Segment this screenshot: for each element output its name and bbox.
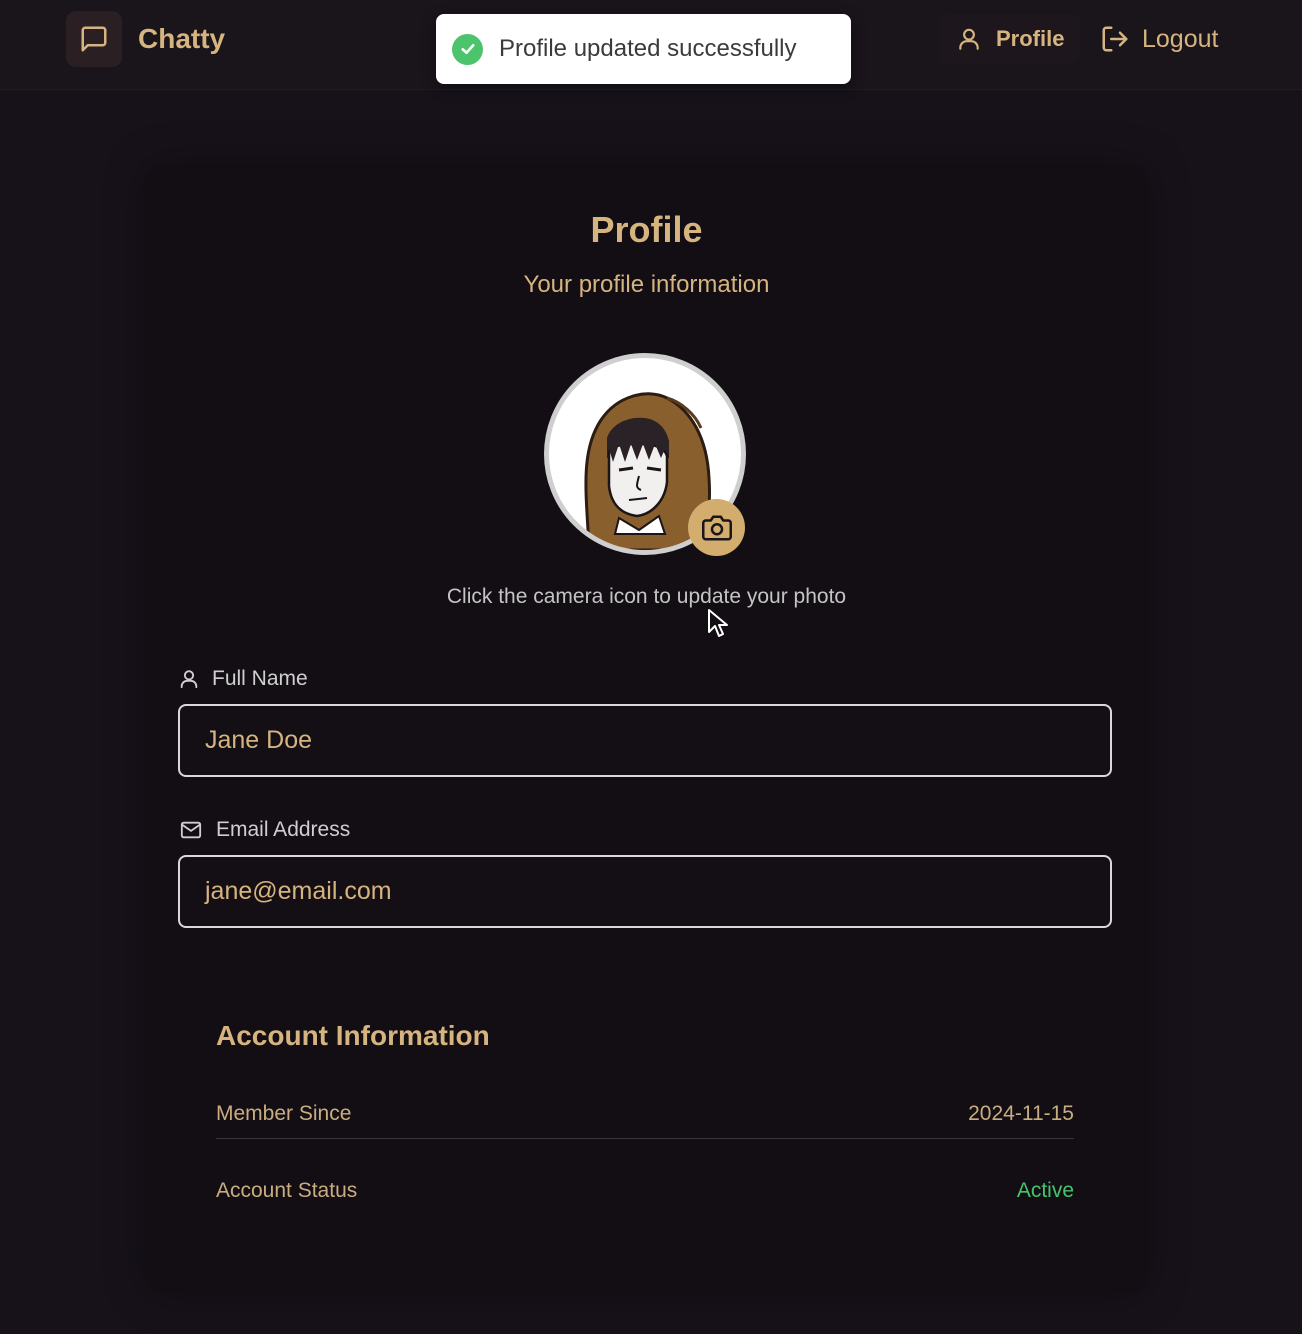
check-circle-icon — [452, 33, 483, 65]
email-field[interactable]: jane@email.com — [178, 855, 1112, 928]
profile-card: Profile Your profile information Click t… — [145, 165, 1148, 1293]
toast-message: Profile updated successfully — [499, 35, 797, 62]
member-since-label: Member Since — [216, 1101, 352, 1125]
mail-icon — [180, 821, 202, 839]
brand[interactable]: Chatty — [66, 11, 225, 67]
page-title: Profile — [590, 209, 703, 250]
member-since-row: Member Since 2024-11-15 — [216, 1089, 1074, 1139]
nav-logout-link[interactable]: Logout — [1100, 14, 1218, 64]
avatar-hint: Click the camera icon to update your pho… — [446, 585, 847, 608]
success-toast: Profile updated successfully — [436, 14, 851, 84]
account-info-title: Account Information — [216, 1020, 490, 1051]
cursor-icon — [708, 609, 728, 637]
full-name-label-text: Full Name — [212, 667, 308, 690]
avatar-container — [544, 353, 749, 558]
email-label: Email Address — [178, 818, 350, 842]
message-square-icon — [66, 11, 122, 67]
full-name-field[interactable]: Jane Doe — [178, 704, 1112, 777]
brand-name: Chatty — [138, 23, 226, 54]
logout-icon — [1102, 26, 1128, 52]
full-name-value: Jane Doe — [205, 726, 313, 754]
user-icon — [180, 670, 198, 689]
nav-logout-label: Logout — [1142, 24, 1219, 53]
full-name-label: Full Name — [178, 667, 308, 691]
account-status-value: Active — [1016, 1179, 1074, 1202]
user-icon — [959, 28, 979, 50]
camera-upload-button[interactable] — [688, 499, 745, 556]
account-status-row: Account Status Active — [216, 1166, 1074, 1216]
email-label-text: Email Address — [216, 818, 351, 841]
nav-profile-label: Profile — [996, 26, 1065, 51]
account-status-label: Account Status — [216, 1179, 358, 1202]
nav-profile-link[interactable]: Profile — [940, 14, 1081, 64]
email-value: jane@email.com — [205, 877, 392, 905]
member-since-value: 2024-11-15 — [968, 1101, 1074, 1125]
camera-icon — [701, 515, 732, 540]
page-subtitle: Your profile information — [523, 271, 770, 298]
